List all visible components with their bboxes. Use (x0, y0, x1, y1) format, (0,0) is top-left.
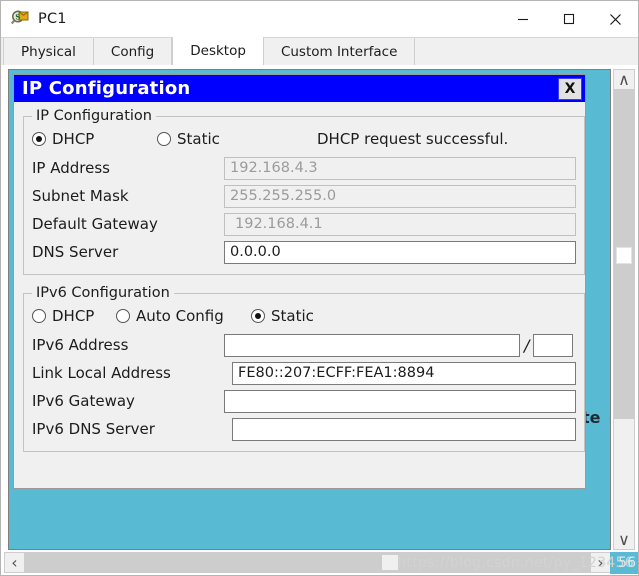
ipv6-dns-server-label: IPv6 DNS Server (32, 420, 155, 438)
scroll-down-arrow-icon[interactable]: ∨ (614, 530, 634, 549)
svg-text:S: S (15, 13, 20, 22)
link-local-address-label: Link Local Address (32, 364, 171, 382)
pc1-window: S PC1 Physical Config Desktop Custom Int… (0, 0, 639, 576)
ipv6-group-label: IPv6 Configuration (36, 285, 170, 301)
ip-address-input[interactable]: 192.168.4.3 (224, 156, 576, 180)
dns-server-row: DNS Server 0.0.0.0 (32, 238, 576, 266)
maximize-button[interactable] (546, 1, 592, 37)
dialog-body: IP Configuration DHCP Static DHCP reques… (14, 102, 585, 488)
ipv6-mode-row: DHCP Auto Config Static (32, 303, 576, 329)
tab-desktop-label: Desktop (190, 43, 246, 59)
ipv6-address-label: IPv6 Address (32, 336, 129, 354)
dialog-close-button[interactable]: X (558, 77, 582, 100)
dns-server-input[interactable]: 0.0.0.0 (224, 240, 576, 264)
close-button[interactable] (592, 1, 638, 37)
scroll-up-arrow-icon[interactable]: ∧ (614, 70, 634, 89)
tab-physical-label: Physical (21, 43, 76, 60)
link-local-address-row: Link Local Address FE80::207:ECFF:FEA1:8… (32, 359, 576, 387)
radio-ipv6-static-circle-icon (251, 309, 265, 323)
radio-ipv6-static[interactable]: Static (251, 307, 314, 325)
radio-ipv6-dhcp[interactable]: DHCP (32, 307, 116, 325)
dialog-title: IP Configuration (22, 78, 191, 99)
ipv6-gateway-label: IPv6 Gateway (32, 392, 135, 410)
packet-tracer-pc-icon: S (10, 9, 31, 29)
desktop-label-dialer[interactable]: Dialer (169, 547, 226, 549)
ip-configuration-dialog: IP Configuration X IP Configuration DHCP (13, 74, 586, 489)
subnet-mask-label: Subnet Mask (32, 187, 129, 205)
radio-ipv4-dhcp-circle-icon (32, 132, 46, 146)
minimize-button[interactable] (500, 1, 546, 37)
ipv6-dns-server-row: IPv6 DNS Server (32, 415, 576, 443)
link-local-address-input[interactable]: FE80::207:ECFF:FEA1:8894 (232, 361, 576, 385)
horizontal-scrollbar[interactable]: ‹ › (4, 552, 611, 573)
ipv6-address-input[interactable] (224, 333, 520, 357)
tab-config[interactable]: Config (93, 38, 173, 65)
window-title: PC1 (38, 11, 67, 27)
radio-ipv6-auto-config-circle-icon (116, 309, 130, 323)
window-titlebar: S PC1 (1, 1, 638, 37)
horizontal-scrollbar-thumb[interactable] (382, 555, 398, 570)
radio-ipv6-dhcp-label: DHCP (52, 307, 95, 325)
ip-address-label: IP Address (32, 159, 110, 177)
radio-ipv4-static-circle-icon (157, 132, 171, 146)
vertical-scrollbar-thumb[interactable] (616, 247, 632, 264)
ipv6-gateway-row: IPv6 Gateway (32, 387, 576, 415)
subnet-mask-input[interactable]: 255.255.255.0 (224, 184, 576, 208)
dialog-titlebar: IP Configuration X (14, 75, 585, 102)
ipv6-prefix-input[interactable] (533, 333, 574, 357)
radio-ipv4-dhcp[interactable]: DHCP (32, 130, 157, 148)
radio-ipv4-static-label: Static (177, 130, 220, 148)
dhcp-status-text: DHCP request successful. (317, 130, 509, 148)
tab-physical[interactable]: Physical (3, 38, 94, 65)
radio-ipv4-static[interactable]: Static (157, 130, 317, 148)
radio-ipv6-static-label: Static (271, 307, 314, 325)
ipv6-configuration-group: IPv6 Configuration DHCP Auto Config Stat… (23, 285, 585, 452)
ipv4-group-label: IP Configuration (36, 108, 152, 124)
scroll-left-arrow-icon[interactable]: ‹ (5, 553, 24, 572)
ipv6-prefix-separator: / (524, 335, 530, 355)
dns-server-label: DNS Server (32, 243, 119, 261)
horizontal-scrollbar-track[interactable] (24, 553, 591, 572)
vertical-scrollbar-track[interactable] (614, 89, 634, 530)
tab-desktop[interactable]: Desktop (172, 37, 264, 65)
radio-ipv6-auto-config[interactable]: Auto Config (116, 307, 251, 325)
radio-ipv6-auto-config-label: Auto Config (136, 307, 224, 325)
tab-config-label: Config (110, 43, 155, 60)
desktop-label-editor[interactable]: Editor (289, 547, 347, 549)
window-controls (500, 1, 638, 37)
ipv4-configuration-group: IP Configuration DHCP Static DHCP reques… (23, 108, 585, 275)
default-gateway-input[interactable]: 192.168.4.1 (224, 212, 576, 236)
tab-custom-interface[interactable]: Custom Interface (263, 38, 416, 65)
ipv6-dns-server-input[interactable] (232, 417, 576, 441)
ip-address-row: IP Address 192.168.4.3 (32, 154, 576, 182)
desktop-area: Dialer Editor Firewall te IP Conf (1, 65, 638, 575)
radio-ipv6-dhcp-circle-icon (32, 309, 46, 323)
subnet-mask-row: Subnet Mask 255.255.255.0 (32, 182, 576, 210)
desktop-label-firewall[interactable]: Firewall (514, 547, 590, 549)
ipv6-gateway-input[interactable] (224, 389, 576, 413)
default-gateway-label: Default Gateway (32, 215, 158, 233)
vertical-scrollbar[interactable]: ∧ ∨ (613, 69, 635, 550)
default-gateway-row: Default Gateway 192.168.4.1 (32, 210, 576, 238)
ipv6-address-row: IPv6 Address / (32, 331, 576, 359)
radio-ipv4-dhcp-label: DHCP (52, 130, 95, 148)
ipv4-mode-row: DHCP Static DHCP request successful. (32, 126, 576, 152)
tab-custom-interface-label: Custom Interface (280, 43, 398, 60)
watermark-tail-text: 56 (618, 555, 636, 571)
tab-bar: Physical Config Desktop Custom Interface (1, 37, 638, 65)
scroll-right-arrow-icon[interactable]: › (591, 553, 610, 572)
